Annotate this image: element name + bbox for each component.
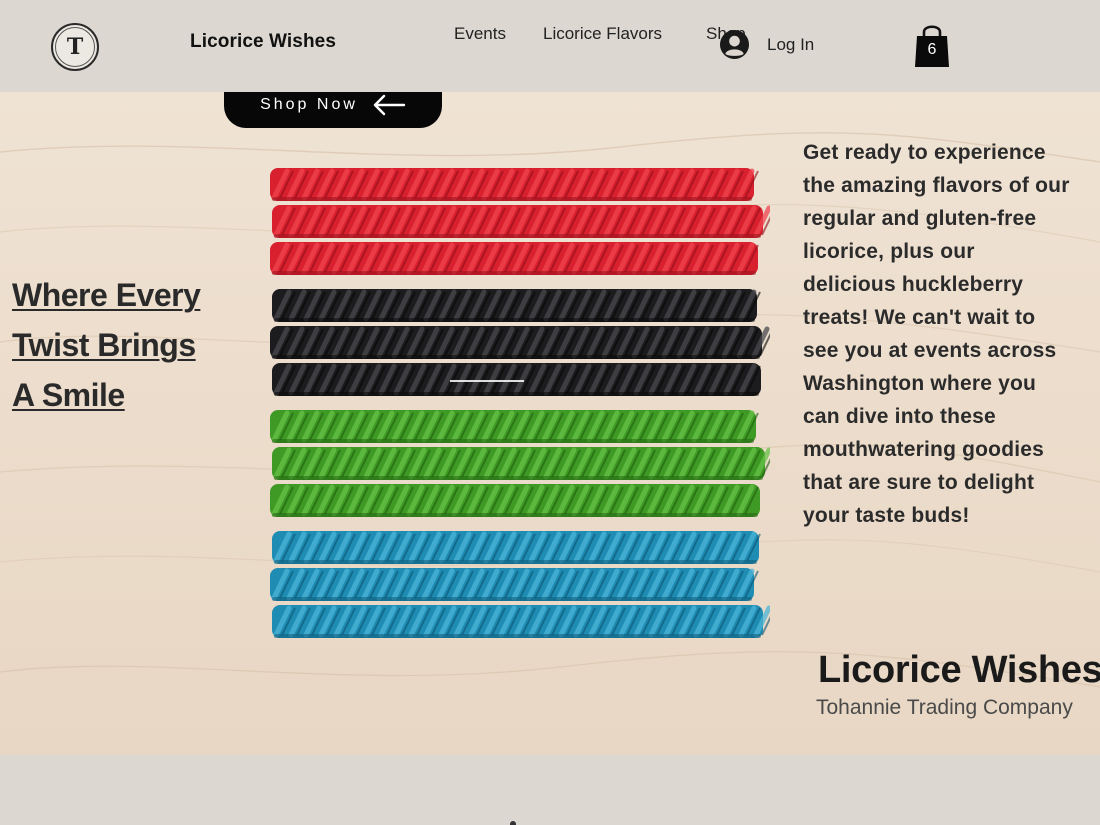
login-button[interactable]: Log In [719,29,814,60]
site-logo[interactable]: T [51,23,99,71]
hero-section: Shop Now Where Every Twist Brings A Smil… [0,92,1100,755]
brand-subtitle: Tohannie Trading Company [816,696,1073,719]
arrow-left-icon [373,94,406,116]
licorice-rope [272,531,761,564]
licorice-rope [270,326,770,359]
scroll-hint [510,821,516,825]
licorice-rope [270,410,759,443]
logo-mark-icon: T [55,27,95,67]
headline-line: Twist Brings [12,327,196,363]
licorice-rope [272,205,770,238]
hero-headline: Where Every Twist Brings A Smile [12,270,242,420]
site-header: T Licorice Wishes Events Licorice Flavor… [0,0,1100,92]
site-title[interactable]: Licorice Wishes [190,31,336,53]
licorice-rope [270,168,759,201]
licorice-rope [270,568,759,601]
brand-title: Licorice Wishes [818,649,1100,691]
licorice-image [270,168,770,638]
slide-indicator[interactable] [450,380,524,382]
cart-count-badge: 6 [927,41,937,58]
licorice-rope [270,484,760,517]
nav-item-licorice-flavors[interactable]: Licorice Flavors [543,24,662,44]
cart-button[interactable]: 6 [913,21,951,69]
licorice-rope [270,242,759,275]
shop-now-label: Shop Now [260,96,358,113]
shop-now-button[interactable]: Shop Now [224,92,442,128]
hero-description: Get ready to experience the amazing flav… [803,141,1070,527]
login-label: Log In [767,34,815,54]
nav-item-events[interactable]: Events [454,24,506,44]
licorice-rope [272,289,761,322]
headline-line: Where Every [12,277,201,313]
licorice-rope [272,605,770,638]
page-section-below [0,755,1100,825]
headline-line: A Smile [12,377,125,413]
account-circle-icon [719,29,750,60]
licorice-rope [272,447,770,480]
